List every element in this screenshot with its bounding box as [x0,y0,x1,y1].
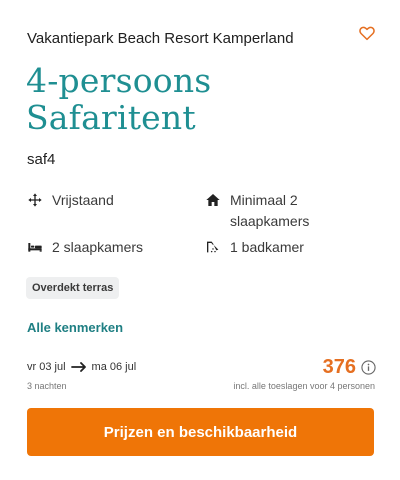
price-note: incl. alle toeslagen voor 4 personen [233,381,375,391]
move-arrows-icon [28,193,42,207]
bed-icon [28,243,42,252]
feature-label: Minimaal 2 slaapkamers [230,192,310,229]
feature-min-bedrooms: Minimaal 2 slaapkamers [205,190,315,232]
stay-dates: vr 03 jul ma 06 jul [27,361,136,373]
all-features-link[interactable]: Alle kenmerken [27,320,123,335]
arrow-right-icon [70,362,86,372]
feature-label: Vrijstaand [52,192,114,208]
date-to: ma 06 jul [91,361,137,373]
date-from: vr 03 jul [27,361,66,373]
price-amount: 376 [322,356,356,378]
feature-bedrooms: 2 slaapkamers [27,237,143,258]
feature-tag: Overdekt terras [26,277,120,299]
accommodation-code: saf4 [27,151,56,168]
feature-detached: Vrijstaand [27,190,114,211]
accommodation-card: Vakantiepark Beach Resort Kamperland 4-p… [0,0,400,480]
feature-label: 2 slaapkamers [52,239,144,255]
house-icon [206,194,220,206]
accommodation-title: 4-persoons Safaritent [26,61,212,137]
info-icon[interactable] [361,360,376,375]
feature-bathrooms: 1 badkamer [205,237,304,258]
shower-icon [207,241,219,253]
price: 376 [323,356,376,379]
nights-count: 3 nachten [27,381,67,391]
park-name: Vakantiepark Beach Resort Kamperland [27,30,294,47]
feature-label: 1 badkamer [230,239,304,255]
prices-availability-button[interactable]: Prijzen en beschikbaarheid [27,408,374,456]
heart-outline-icon[interactable] [358,24,376,42]
